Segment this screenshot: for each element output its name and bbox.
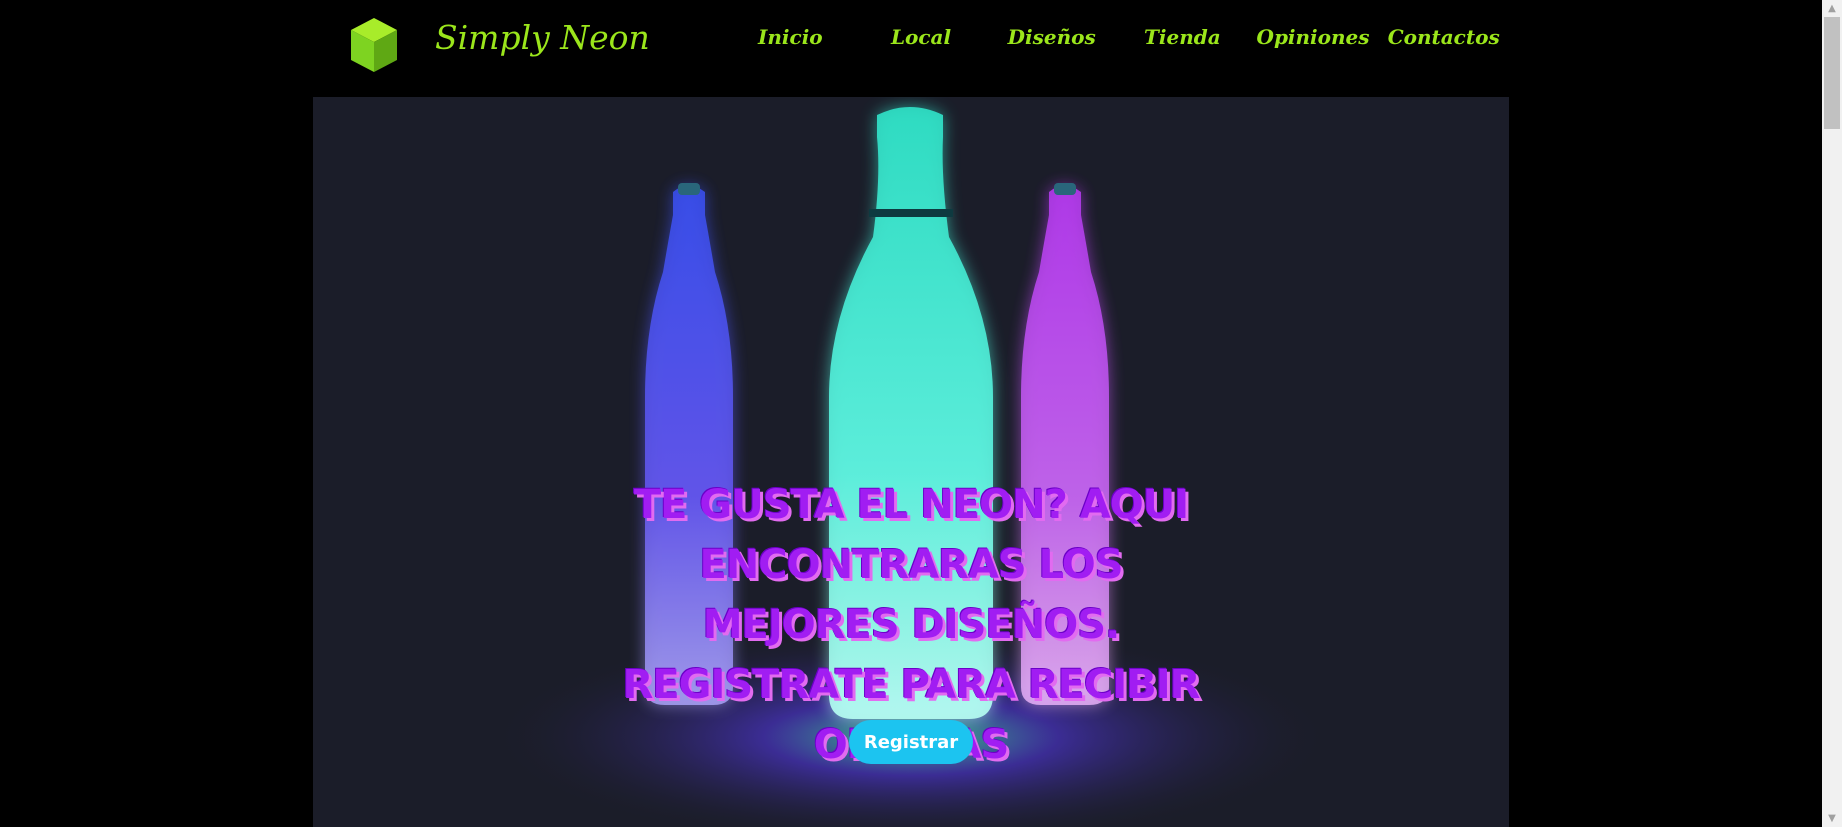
scroll-down-arrow-icon[interactable]: ▼ [1822,810,1842,827]
nav-item-disenos[interactable]: Diseños [986,22,1117,62]
vertical-scrollbar[interactable]: ▲ ▼ [1822,0,1842,827]
brand-name[interactable]: Simply Neon [435,18,650,57]
nav-item-tienda[interactable]: Tienda [1117,22,1248,62]
nav-item-opiniones[interactable]: Opiniones [1248,22,1379,62]
scrollbar-thumb[interactable] [1824,17,1840,129]
nav-item-inicio[interactable]: Inicio [725,22,856,62]
page: Simply Neon Inicio Local Diseños Tienda … [0,0,1822,827]
nav-item-local[interactable]: Local [856,22,987,62]
nav-item-contactos[interactable]: Contactos [1378,22,1509,62]
site-header: Simply Neon Inicio Local Diseños Tienda … [313,0,1509,97]
scroll-up-arrow-icon[interactable]: ▲ [1822,0,1842,17]
green-cube-icon[interactable] [349,16,399,74]
register-button[interactable]: Registrar [849,720,973,764]
main-nav: Inicio Local Diseños Tienda Opiniones Co… [725,22,1509,62]
hero-section: Te gusta el neon? aqui encontraras los m… [313,97,1509,827]
